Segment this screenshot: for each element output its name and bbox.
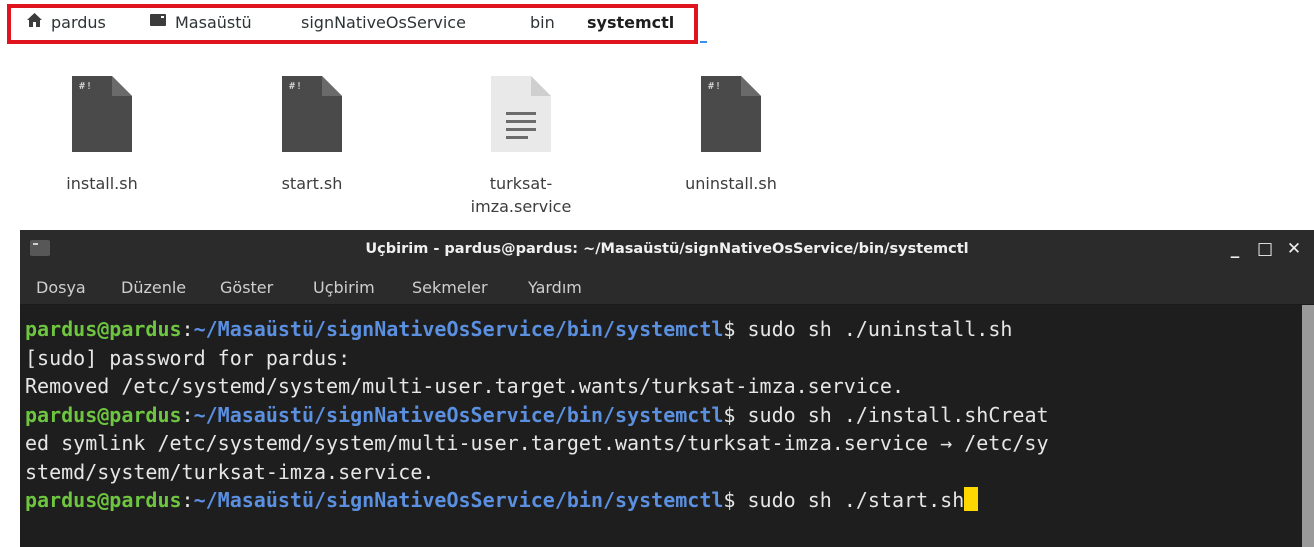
menu-ucbirim[interactable]: Uçbirim [313,278,375,297]
breadcrumb-label: signNativeOsService [301,12,466,32]
prompt-tail: $ [723,317,748,341]
window-title: Uçbirim - pardus@pardus: ~/Masaüstü/sign… [365,241,969,257]
breadcrumb-item-bin[interactable]: bin [530,11,555,33]
terminal-scrollbar[interactable] [1302,305,1314,547]
terminal-window: Uçbirim - pardus@pardus: ~/Masaüstü/sign… [20,230,1314,547]
shebang-badge: #! [708,81,723,92]
file-name-line: imza.service [470,197,572,216]
terminal-output[interactable]: pardus@pardus:~/Masaüstü/signNativeOsSer… [20,305,1302,547]
command-text: sudo sh ./start.sh [747,488,965,512]
menu-goster[interactable]: Göster [220,278,273,297]
file-install-sh[interactable]: #! install.sh [27,76,177,195]
prompt-separator: : [181,317,194,341]
prompt-path: ~/Masaüstü/signNativeOsService/bin/syste… [193,488,724,512]
file-turksat-imza-service[interactable]: turksat- imza.service [446,76,596,218]
shebang-badge: #! [289,81,304,92]
menu-dosya[interactable]: Dosya [36,278,86,297]
maximize-button[interactable]: □ [1254,238,1276,260]
file-start-sh[interactable]: #! start.sh [237,76,387,195]
file-name: turksat- imza.service [446,172,596,218]
menu-sekmeler[interactable]: Sekmeler [412,278,488,297]
prompt-separator: : [181,402,194,427]
breadcrumb-item-systemctl[interactable]: systemctl [587,11,674,33]
shell-script-icon: #! [701,76,761,152]
breadcrumb-item-pardus[interactable]: pardus [26,11,106,33]
minimize-button[interactable]: _ [1224,238,1246,260]
prompt-path: ~/Masaüstü/signNativeOsService/bin/syste… [193,317,724,341]
terminal-line: stemd/system/turksat-imza.service. [25,459,435,484]
menu-yardim[interactable]: Yardım [528,278,582,297]
breadcrumb-item-masaustu[interactable]: Masaüstü [149,11,252,33]
breadcrumb-label: Masaüstü [175,12,252,32]
terminal-line: ed symlink /etc/systemd/system/multi-use… [25,431,1049,455]
close-button[interactable]: ✕ [1283,238,1305,260]
shell-script-icon: #! [282,76,342,152]
file-uninstall-sh[interactable]: #! uninstall.sh [656,76,806,195]
terminal-line: pardus@pardus:~/Masaüstü/signNativeOsSer… [25,486,1302,515]
terminal-line: Removed /etc/systemd/system/multi-user.t… [25,374,904,398]
prompt-user: pardus@pardus [25,488,182,512]
breadcrumb-item-signnativeosservice[interactable]: signNativeOsService [301,11,466,33]
prompt-path: ~/Masaüstü/signNativeOsService/bin/syste… [193,402,724,427]
breadcrumb-label: pardus [51,12,106,32]
menu-duzenle[interactable]: Düzenle [121,278,186,297]
file-name: install.sh [66,174,138,193]
prompt-user: pardus@pardus [25,402,182,427]
file-name: start.sh [281,174,343,193]
home-icon [26,12,43,32]
prompt-tail: $ [723,488,748,512]
prompt-separator: : [181,488,194,512]
prompt-user: pardus@pardus [25,317,182,341]
command-text: sudo sh ./uninstall.sh [747,317,1013,341]
prompt-tail: $ [723,402,748,427]
desktop-icon [149,12,167,32]
command-text: sudo sh ./install.shCreat [747,402,1049,427]
breadcrumb-label: systemctl [587,12,675,32]
path-bar: pardus Masaüstü signNativeOsService bin … [0,0,1314,44]
terminal-line: pardus@pardus:~/Masaüstü/signNativeOsSer… [25,315,1302,344]
terminal-titlebar[interactable]: Uçbirim - pardus@pardus: ~/Masaüstü/sign… [20,230,1314,270]
text-cursor [964,487,979,511]
terminal-line: pardus@pardus:~/Masaüstü/signNativeOsSer… [25,401,1302,430]
breadcrumb-label: bin [530,12,555,32]
shebang-badge: #! [79,81,94,92]
terminal-menubar: Dosya Düzenle Göster Uçbirim Sekmeler Ya… [20,270,1314,305]
text-file-icon [491,76,551,152]
path-bar-underline [700,41,707,43]
file-name: uninstall.sh [685,174,777,193]
terminal-line: [sudo] password for pardus: [25,345,351,370]
file-name-line: turksat- [489,174,553,193]
shell-script-icon: #! [72,76,132,152]
